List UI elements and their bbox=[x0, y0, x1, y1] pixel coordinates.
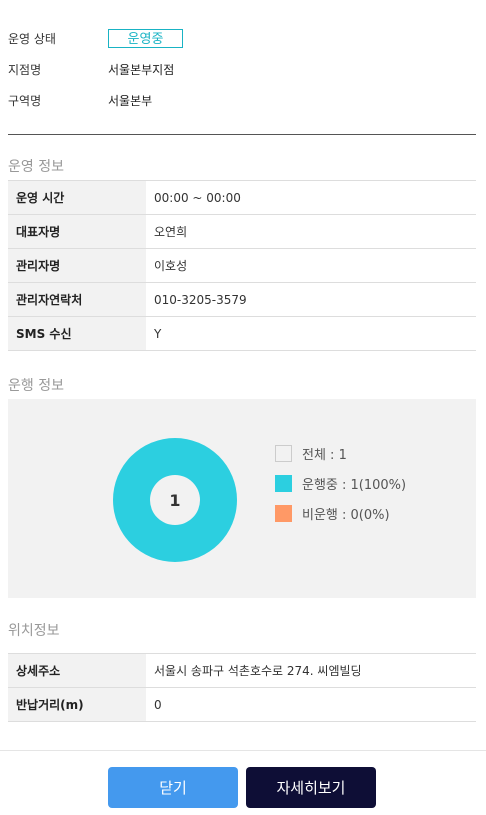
row-value: 0 bbox=[154, 697, 162, 712]
footer-divider bbox=[0, 750, 486, 751]
legend-label: 전체 : 1 bbox=[302, 448, 347, 463]
view-details-button[interactable]: 자세히보기 bbox=[246, 767, 376, 808]
status-row: 운영 상태 운영중 bbox=[8, 28, 183, 48]
driving-info-title: 운행 정보 bbox=[8, 378, 64, 394]
row-label: 대표자명 bbox=[8, 215, 146, 248]
row-value: 이호성 bbox=[154, 259, 188, 273]
row-value: 오연희 bbox=[154, 225, 188, 239]
row-label: 상세주소 bbox=[8, 654, 146, 687]
row-value: 서울시 송파구 석촌호수로 274. 씨엠빌딩 bbox=[154, 664, 362, 678]
table-row: 운영 시간 00:00 ~ 00:00 bbox=[8, 181, 476, 215]
region-value: 서울본부 bbox=[108, 93, 153, 108]
legend-swatch bbox=[275, 475, 292, 492]
row-label: 관리자연락처 bbox=[8, 283, 146, 316]
row-label: 관리자명 bbox=[8, 249, 146, 282]
donut-center-value: 1 bbox=[169, 491, 180, 510]
region-row: 구역명 서울본부 bbox=[8, 90, 152, 110]
chart-legend: 전체 : 1 운행중 : 1(100%) 비운행 : 0(0%) bbox=[275, 444, 406, 534]
row-value: 010-3205-3579 bbox=[154, 292, 247, 307]
status-label: 운영 상태 bbox=[8, 31, 56, 46]
table-row: SMS 수신 Y bbox=[8, 317, 476, 351]
legend-item-total: 전체 : 1 bbox=[275, 444, 406, 463]
legend-label: 비운행 : 0(0%) bbox=[302, 508, 390, 523]
table-row: 관리자연락처 010-3205-3579 bbox=[8, 283, 476, 317]
table-row: 관리자명 이호성 bbox=[8, 249, 476, 283]
branch-value: 서울본부지점 bbox=[108, 62, 175, 77]
status-badge: 운영중 bbox=[108, 28, 183, 48]
legend-swatch bbox=[275, 445, 292, 462]
legend-item-driving: 운행중 : 1(100%) bbox=[275, 474, 406, 493]
location-info-table: 상세주소 서울시 송파구 석촌호수로 274. 씨엠빌딩 반납거리(m) 0 bbox=[8, 653, 476, 722]
region-label: 구역명 bbox=[8, 93, 42, 108]
driving-chart-panel: 1 전체 : 1 운행중 : 1(100%) 비운행 : 0(0%) bbox=[8, 399, 476, 598]
branch-label: 지점명 bbox=[8, 62, 42, 77]
branch-row: 지점명 서울본부지점 bbox=[8, 59, 174, 79]
operation-info-table: 운영 시간 00:00 ~ 00:00 대표자명 오연희 관리자명 이호성 관리… bbox=[8, 180, 476, 351]
row-value: 00:00 ~ 00:00 bbox=[154, 190, 241, 205]
table-row: 상세주소 서울시 송파구 석촌호수로 274. 씨엠빌딩 bbox=[8, 654, 476, 688]
row-label: 반납거리(m) bbox=[8, 688, 146, 721]
divider bbox=[8, 134, 476, 135]
table-row: 대표자명 오연희 bbox=[8, 215, 476, 249]
row-label: SMS 수신 bbox=[8, 317, 146, 350]
row-value: Y bbox=[154, 326, 162, 341]
row-label: 운영 시간 bbox=[8, 181, 146, 214]
donut-chart: 1 bbox=[113, 438, 237, 562]
legend-label: 운행중 : 1(100%) bbox=[302, 478, 407, 493]
operation-info-title: 운영 정보 bbox=[8, 159, 64, 175]
legend-item-idle: 비운행 : 0(0%) bbox=[275, 504, 406, 523]
legend-swatch bbox=[275, 505, 292, 522]
table-row: 반납거리(m) 0 bbox=[8, 688, 476, 722]
location-info-title: 위치정보 bbox=[8, 623, 60, 639]
close-button[interactable]: 닫기 bbox=[108, 767, 238, 808]
